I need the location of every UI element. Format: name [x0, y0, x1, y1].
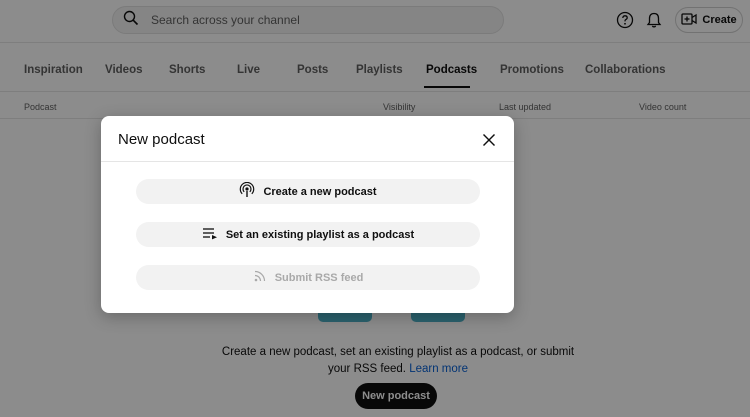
create-new-podcast-label: Create a new podcast: [263, 185, 377, 198]
submit-rss-feed-button: Submit RSS feed: [136, 265, 480, 290]
dialog-divider: [101, 161, 514, 162]
set-existing-playlist-label: Set an existing playlist as a podcast: [225, 228, 415, 241]
podcast-icon: [239, 181, 255, 201]
submit-rss-feed-label: Submit RSS feed: [274, 271, 364, 284]
rss-feed-icon: [253, 269, 267, 286]
close-icon[interactable]: [478, 129, 500, 151]
dialog-title: New podcast: [118, 131, 205, 148]
set-existing-playlist-button[interactable]: Set an existing playlist as a podcast: [136, 222, 480, 247]
new-podcast-dialog: New podcast Create a new podcast Set an …: [101, 116, 514, 313]
create-new-podcast-button[interactable]: Create a new podcast: [136, 179, 480, 204]
playlist-add-icon: [202, 226, 218, 243]
